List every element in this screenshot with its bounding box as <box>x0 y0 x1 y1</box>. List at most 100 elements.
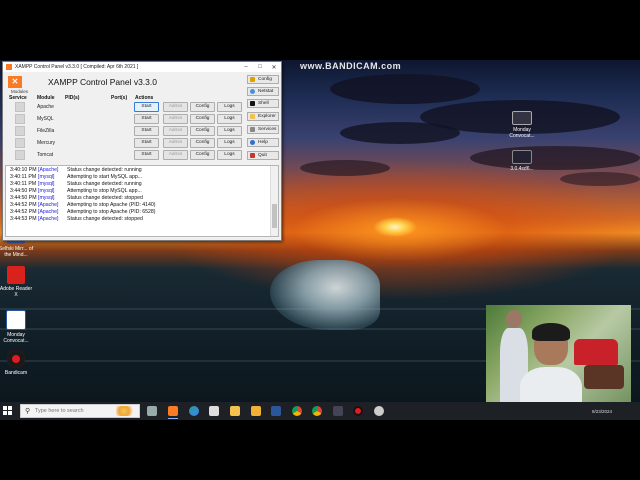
module-name: FileZilla <box>37 128 55 134</box>
desktop-icon-video[interactable]: 3.0.4sd6... <box>504 150 540 172</box>
logs-button[interactable]: Logs <box>217 150 242 160</box>
log-time: 3:44:50 PM <box>10 188 37 194</box>
chrome-icon[interactable] <box>292 406 302 416</box>
log-module: [Apache] <box>38 202 59 208</box>
media-app-icon[interactable] <box>333 406 343 416</box>
log-time: 3:44:53 PM <box>10 216 37 222</box>
search-icon: ⚲ <box>25 408 31 415</box>
taskbar-date: 8/23/2024 <box>592 409 613 414</box>
logs-button[interactable]: Logs <box>217 126 242 136</box>
start-button[interactable]: Start <box>134 150 159 160</box>
panel-heading: XAMPP Control Panel v3.3.0 <box>48 77 157 87</box>
start-button[interactable]: Start <box>134 114 159 124</box>
config-button[interactable]: Config <box>190 138 215 148</box>
desktop-icon-bandicam[interactable]: Bandicam <box>0 350 34 376</box>
store-icon[interactable] <box>209 406 219 416</box>
terminal-icon <box>250 101 255 106</box>
log-module: [mysql] <box>38 188 55 194</box>
chrome-profile-icon[interactable] <box>312 406 322 416</box>
admin-button[interactable]: Admin <box>163 126 188 136</box>
motorcycle <box>584 365 624 389</box>
side-button-label: Services <box>258 127 277 132</box>
service-checkbox[interactable] <box>15 126 25 136</box>
module-name: Apache <box>37 104 54 110</box>
file-explorer-icon[interactable] <box>251 406 261 416</box>
edge-browser-icon[interactable] <box>189 406 199 416</box>
config-button[interactable]: Config <box>190 102 215 112</box>
adobe-reader-icon <box>7 266 25 284</box>
module-row-mercury: Mercury Start Admin Config Logs <box>3 138 243 148</box>
window-titlebar[interactable]: XAMPP Control Panel v3.3.0 [ Compiled: A… <box>3 62 281 72</box>
admin-button[interactable]: Admin <box>163 102 188 112</box>
actions-header: Actions <box>135 95 154 101</box>
service-checkbox[interactable] <box>15 150 25 160</box>
desktop-icon-adobe-reader[interactable]: Adobe Reader X <box>0 266 34 298</box>
ocean-wave <box>270 260 380 330</box>
module-row-apache: Apache Start Admin Config Logs <box>3 102 243 112</box>
camera-app-icon[interactable] <box>147 406 157 416</box>
service-checkbox[interactable] <box>15 138 25 148</box>
word-icon[interactable] <box>271 406 281 416</box>
desktop-icon-monday-doc[interactable]: Monday Convocat... <box>0 310 34 344</box>
admin-button[interactable]: Admin <box>163 138 188 148</box>
services-button[interactable]: Services <box>247 125 279 134</box>
log-time: 3:40:11 PM <box>10 181 37 187</box>
config-button[interactable]: Config <box>190 114 215 124</box>
minimize-button[interactable]: – <box>239 64 253 71</box>
desktop-icon-label: Bandicam <box>4 370 28 376</box>
logs-button[interactable]: Logs <box>217 138 242 148</box>
log-pane[interactable]: 3:40:10 PM[Apache] Status change detected… <box>5 165 279 237</box>
wrench-icon <box>250 77 255 82</box>
xampp-taskbar-icon[interactable] <box>168 406 178 419</box>
service-checkbox[interactable] <box>15 114 25 124</box>
module-header: Module <box>37 95 55 101</box>
log-time: 3:40:10 PM <box>10 167 37 173</box>
log-time: 3:44:52 PM <box>10 209 37 215</box>
start-button[interactable]: Start <box>134 138 159 148</box>
desktop-icon-label: Monday Convocat... <box>3 332 29 344</box>
config-button[interactable]: Config <box>190 126 215 136</box>
service-header: Service <box>9 95 27 101</box>
explorer-button[interactable]: Explorer <box>247 112 279 121</box>
log-line: 3:40:11 PM [mysql] Status change detected:… <box>10 181 142 187</box>
netstat-button[interactable]: Netstat <box>247 87 279 96</box>
start-button[interactable]: Start <box>134 126 159 136</box>
taskbar-search[interactable]: ⚲ <box>20 404 140 418</box>
module-row-mysql: MySQL Start Admin Config Logs <box>3 114 243 124</box>
admin-button[interactable]: Admin <box>163 150 188 160</box>
webcam-overlay <box>486 305 631 413</box>
side-config-button[interactable]: Config <box>247 75 279 84</box>
logs-button[interactable]: Logs <box>217 102 242 112</box>
service-checkbox[interactable] <box>15 102 25 112</box>
maximize-button[interactable]: □ <box>253 64 267 71</box>
xampp-logo-icon: ✕ <box>8 76 22 88</box>
quit-button[interactable]: Quit <box>247 151 279 160</box>
log-message: Attempting to stop MySQL app... <box>67 188 142 194</box>
config-button[interactable]: Config <box>190 150 215 160</box>
shell-button[interactable]: Shell <box>247 99 279 108</box>
bandicam-taskbar-icon[interactable] <box>353 406 363 416</box>
search-highlight-icon <box>116 406 136 416</box>
log-scrollbar[interactable] <box>270 166 278 236</box>
close-button[interactable]: ✕ <box>267 64 281 71</box>
log-module: [Apache] <box>38 167 59 173</box>
red-vehicle <box>574 339 618 365</box>
start-button[interactable]: Start <box>134 102 159 112</box>
word-document-icon <box>6 310 26 330</box>
play-icon[interactable] <box>374 406 384 416</box>
help-button[interactable]: Help <box>247 138 279 147</box>
app-icon[interactable] <box>230 406 240 416</box>
log-module: [mysql] <box>38 181 55 187</box>
scrollbar-thumb[interactable] <box>272 204 277 228</box>
log-module: [mysql] <box>38 174 55 180</box>
logs-button[interactable]: Logs <box>217 114 242 124</box>
desktop-icon-monday-convocation[interactable]: Monday Convocat... <box>504 111 540 139</box>
admin-button[interactable]: Admin <box>163 114 188 124</box>
help-icon <box>250 140 255 145</box>
side-button-label: Quit <box>258 153 267 158</box>
services-icon <box>250 127 255 132</box>
log-line: 3:44:50 PM[mysql] Attempting to stop MySQ… <box>10 188 142 194</box>
search-input[interactable] <box>32 408 117 414</box>
windows-start-button[interactable] <box>3 406 13 416</box>
module-name: Tomcat <box>37 152 54 158</box>
